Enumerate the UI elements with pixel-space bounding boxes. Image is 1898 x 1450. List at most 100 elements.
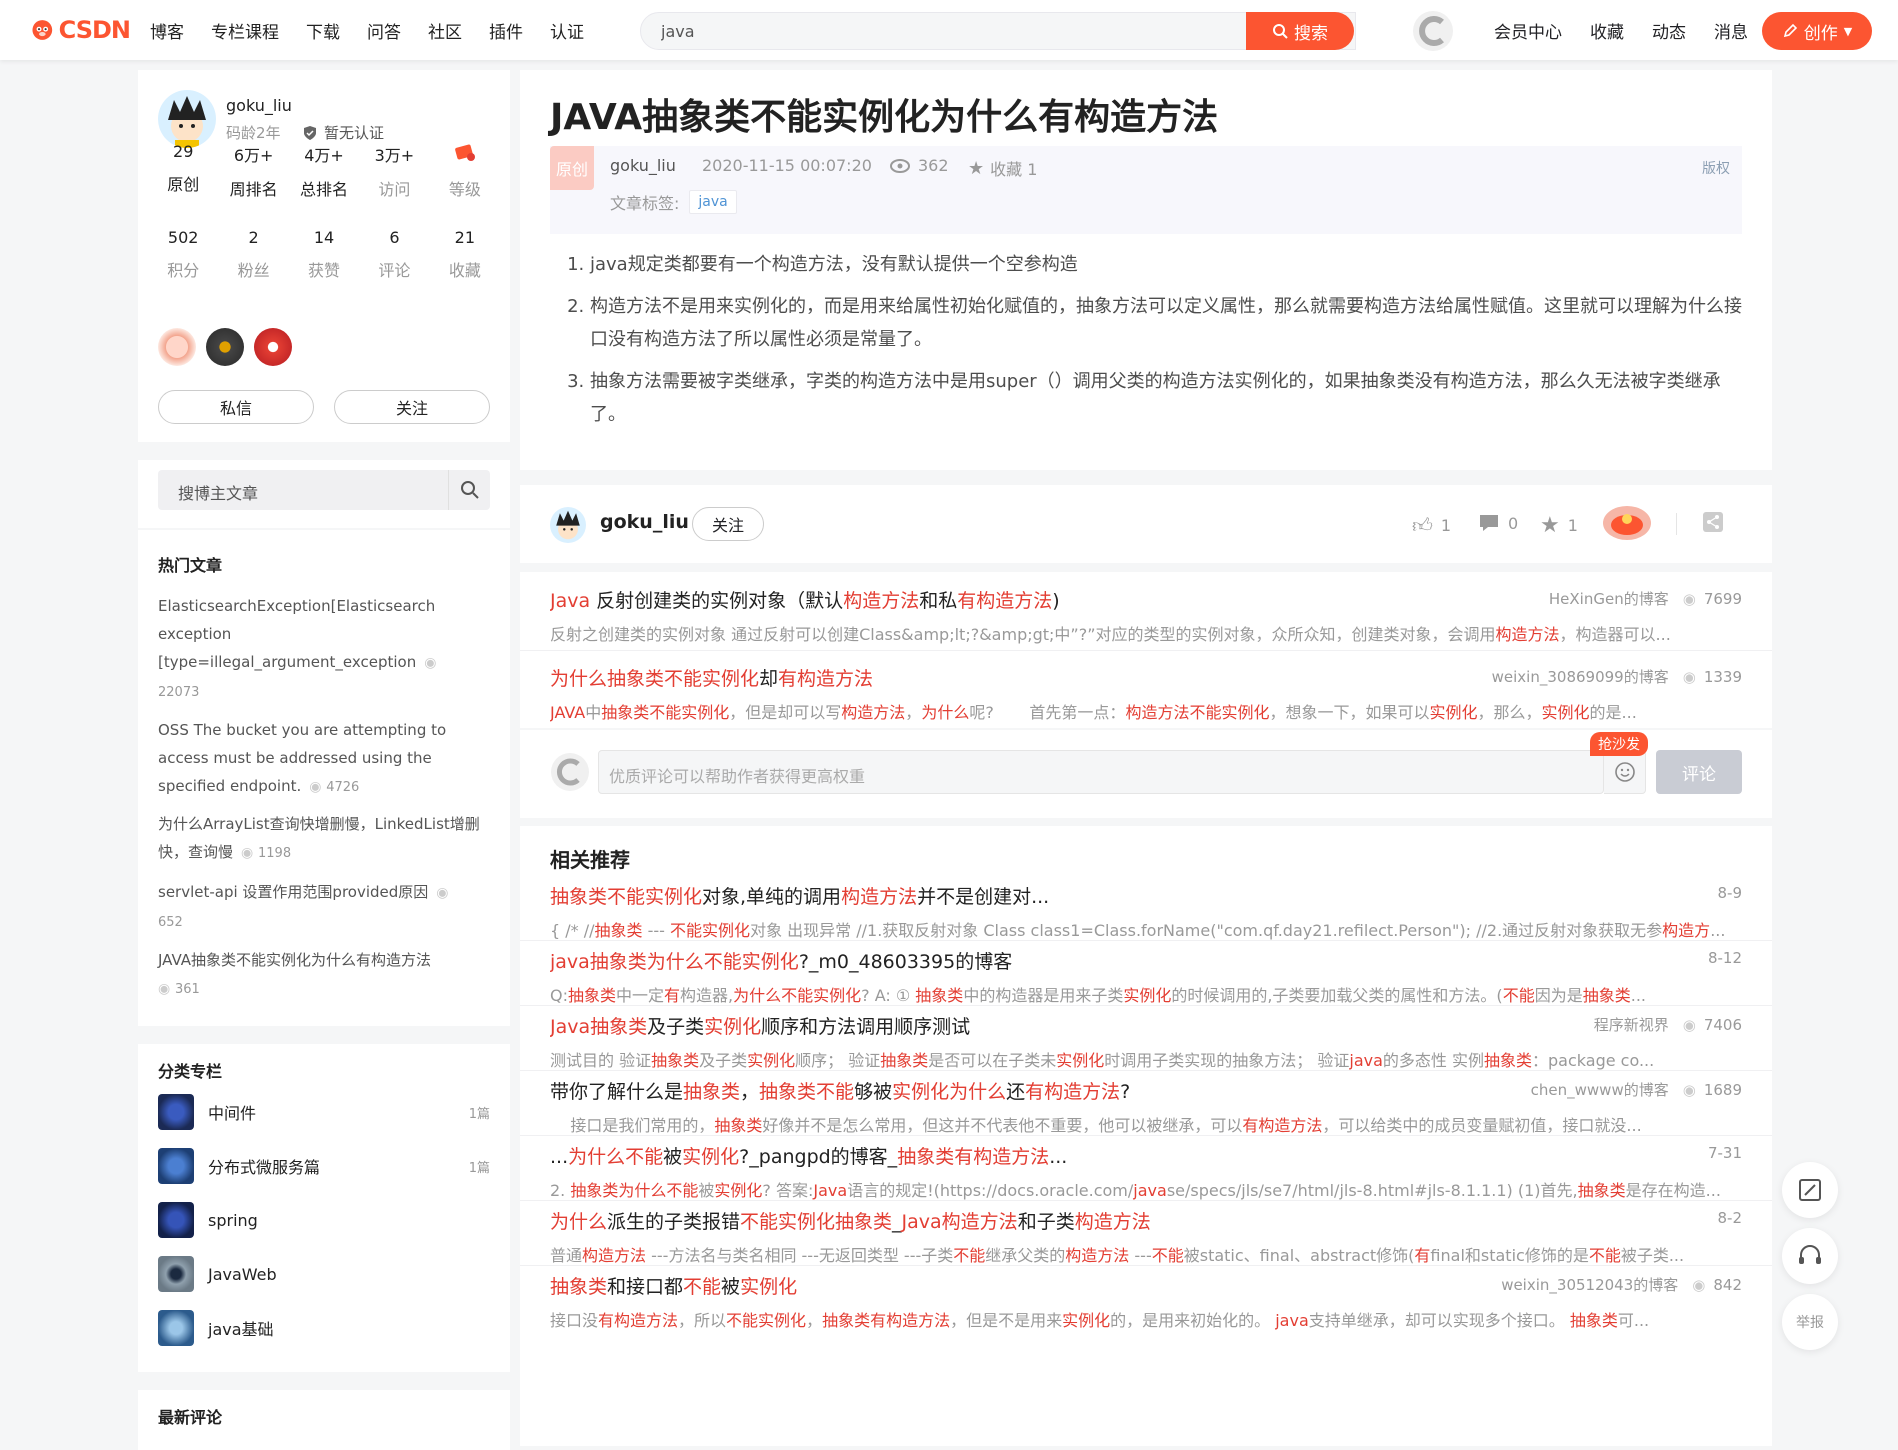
related-articles-top: Java 反射创建类的实例对象（默认构造方法和私有构造方法) HeXinGen的… [520,572,1772,728]
comment-submit-button[interactable]: 评论 [1656,750,1742,794]
share-icon [1703,512,1723,532]
comment-input[interactable]: 优质评论可以帮助作者获得更高权重 [598,750,1604,794]
comment-button[interactable]: 0 [1478,513,1518,533]
meta-favorites[interactable]: ★ 收藏 1 [968,156,1037,180]
related-title: 为什么抽象类不能实例化却有构造方法 [550,668,874,690]
author-name[interactable]: goku_liu [226,96,292,115]
favorites-link[interactable]: 收藏 [1590,18,1624,43]
cert-label: 暂无认证 [324,124,385,142]
recommend-item[interactable]: Java抽象类及子类实例化顺序和方法调用顺序测试 程序新视界 ◉ 7406 测试目的 验… [550,1012,1742,1071]
recommend-item-source: chen_wwww的博客 [1530,1081,1669,1099]
content-paragraph: 构造方法不是用来实例化的，而是用来给属性初始化赋值的，抽象方法可以定义属性，那么… [590,290,1742,356]
blogger-search-input[interactable]: 搜博主文章 [158,470,490,510]
recommend-item[interactable]: 为什么派生的子类报错不能实例化抽象类_Java构造方法和子类构造方法 8-2 普通构… [550,1207,1742,1266]
recommend-item[interactable]: 带你了解什么是抽象类，抽象类不能够被实例化为什么还有构造方法? chen_wwww… [550,1077,1742,1136]
recommend-item[interactable]: ...为什么不能被实例化?_pangpd的博客_抽象类有构造方法... 7-31 2… [550,1142,1742,1201]
csdn-logo[interactable]: CSDN [30,16,131,44]
stat-original[interactable]: 29 原创 [148,142,218,200]
category-item[interactable]: JavaWeb [158,1256,490,1292]
stat-value: 2 [248,228,259,247]
eye-icon: ◉ [1682,1080,1696,1099]
like-count: 1 [1440,516,1452,535]
like-button[interactable]: 👍︎ 1 [1412,513,1451,538]
hot-article-title: OSS The bucket you are attempting to acc… [158,721,447,795]
persistence-badge-icon[interactable] [206,328,244,366]
recommend-item[interactable]: 抽象类和接口都不能被实例化 weixin_30512043的博客 ◉ 842 接口没有构… [550,1272,1742,1331]
hot-article-item[interactable]: ElasticsearchException[Elasticsearch exc… [158,592,488,707]
emoji-button[interactable] [1604,750,1646,794]
category-item[interactable]: 中间件 1篇 [158,1094,490,1130]
copyright-link[interactable]: 版权 [1702,158,1730,178]
toolbar-author-name[interactable]: goku_liu [600,511,689,533]
stat-comments: 6 评论 [359,228,429,281]
stat-visits: 3万+ 访问 [359,142,429,200]
eye-icon: ◉ [436,885,449,901]
nav-qa[interactable]: 问答 [367,18,401,43]
customer-service-button[interactable] [1782,1228,1838,1284]
blogger-search-button[interactable] [448,470,490,510]
latest-comments-title: 最新评论 [158,1408,223,1427]
nav-cert[interactable]: 认证 [550,18,584,43]
hot-article-views: 1198 [258,846,292,861]
recommend-item-source: weixin_30512043的博客 [1501,1276,1679,1294]
member-center-link[interactable]: 会员中心 [1494,18,1562,43]
related-views: 1339 [1703,667,1742,686]
nav-courses[interactable]: 专栏课程 [211,18,279,43]
nav-download[interactable]: 下载 [306,18,340,43]
author-avatar[interactable] [158,90,216,148]
user-avatar-icon[interactable] [1412,10,1454,52]
activity-link[interactable]: 动态 [1652,18,1686,43]
toolbar-avatar[interactable] [550,507,586,543]
related-item[interactable]: 为什么抽象类不能实例化却有构造方法 weixin_30869099的博客 ◉ 133… [550,664,1742,723]
stat-total-rank[interactable]: 4万+ 总排名 [289,142,359,200]
nav-plugin[interactable]: 插件 [489,18,523,43]
eye-icon: ◉ [1682,1015,1696,1034]
recommend-item-title: 为什么派生的子类报错不能实例化抽象类_Java构造方法和子类构造方法 [550,1211,1151,1233]
stat-week-rank[interactable]: 6万+ 周排名 [218,142,288,200]
recommend-item[interactable]: 抽象类不能实例化对象,单纯的调用构造方法并不是创建对... 8-9 { /* //抽… [550,882,1742,941]
reward-button[interactable] [1602,505,1652,541]
article-toolbar: goku_liu 关注 👍︎ 1 0 ★ 1 [520,485,1772,563]
category-item[interactable]: 分布式微服务篇 1篇 [158,1148,490,1184]
recommend-item-desc: Q:抽象类中一定有构造器,为什么不能实例化? A: ① 抽象类中的构造器是用来子… [550,986,1646,1005]
favorite-button[interactable]: ★ 1 [1540,513,1578,538]
recommend-card: 相关推荐 抽象类不能实例化对象,单纯的调用构造方法并不是创建对... 8-9 { /… [520,826,1772,1446]
feedback-button[interactable] [1782,1162,1838,1218]
private-message-button[interactable]: 私信 [158,390,314,424]
categories-card: 分类专栏 中间件 1篇 分布式微服务篇 1篇 spring JavaWeb java… [138,1044,510,1372]
hot-article-item[interactable]: servlet-api 设置作用范围provided原因 ◉ 652 [158,878,488,937]
monkey-badge-icon[interactable] [158,328,196,366]
related-item[interactable]: Java 反射创建类的实例对象（默认构造方法和私有构造方法) HeXinGen的… [550,586,1742,645]
meta-author[interactable]: goku_liu [610,156,676,175]
recommend-item[interactable]: java抽象类为什么不能实例化?_m0_48603395的博客 8-12 Q:抽象类… [550,947,1742,1006]
stat-value: 4万+ [304,146,344,165]
toolbar-follow-button[interactable]: 关注 [692,507,764,541]
category-item[interactable]: java基础 [158,1310,490,1346]
recommend-item-meta: 7-31 [1708,1144,1742,1162]
hot-article-item[interactable]: 为什么ArrayList查询快增删慢，LinkedList增删快，查询慢 ◉ 11… [158,810,488,868]
divider [520,1005,1772,1006]
recommend-item-views: 1689 [1703,1080,1742,1099]
search-input[interactable] [661,13,1241,49]
stat-level[interactable]: 等级 [430,142,500,200]
share-button[interactable] [1702,511,1724,533]
category-item[interactable]: spring [158,1202,490,1238]
recommend-item-source: 8-2 [1717,1209,1743,1227]
recommend-item-title: 带你了解什么是抽象类，抽象类不能够被实例化为什么还有构造方法? [550,1081,1131,1103]
report-button[interactable]: 举报 [1782,1294,1838,1350]
recommend-item-meta: 8-9 [1718,884,1743,902]
nav-blog[interactable]: 博客 [150,18,184,43]
stat-value: 29 [173,142,194,161]
search-button[interactable]: 搜索 [1246,12,1354,50]
pen-badge-icon[interactable] [254,328,292,366]
nav-community[interactable]: 社区 [428,18,462,43]
hot-article-item[interactable]: OSS The bucket you are attempting to acc… [158,716,488,802]
hot-article-item[interactable]: JAVA抽象类不能实例化为什么有构造方法 ◉ 361 [158,946,488,1004]
comment-count: 0 [1508,513,1519,533]
stat-fans[interactable]: 2 粉丝 [218,228,288,281]
tag-java[interactable]: java [689,190,737,214]
create-button[interactable]: 创作 ▼ [1762,12,1872,50]
star-icon: ★ [968,157,985,179]
follow-author-button[interactable]: 关注 [334,390,490,424]
stat-likes: 14 获赞 [289,228,359,281]
